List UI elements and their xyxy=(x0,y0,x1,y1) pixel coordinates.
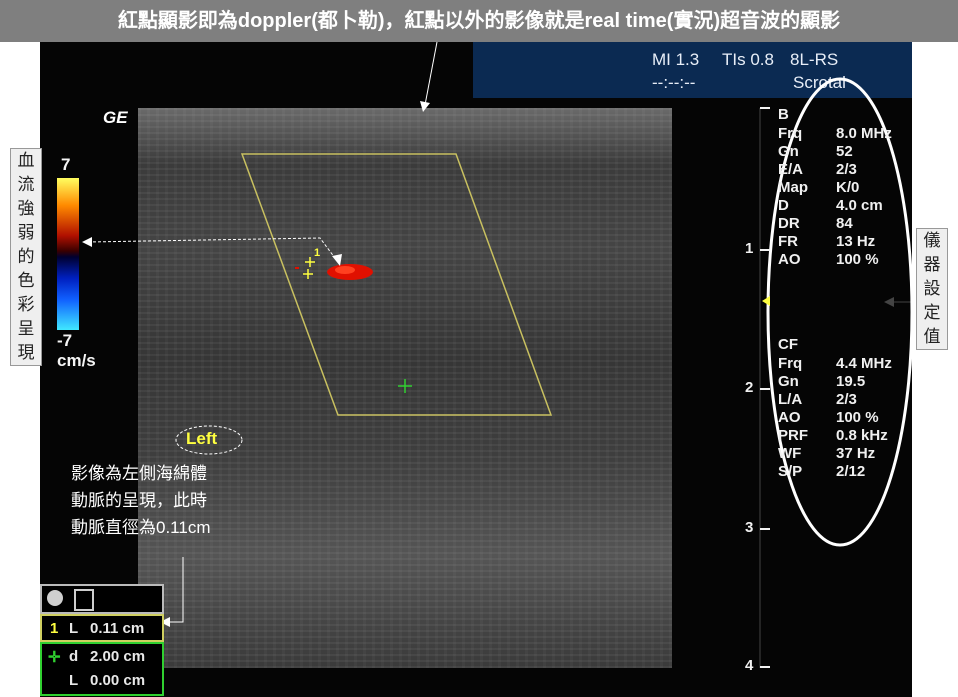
depth-label-1: 1 xyxy=(745,240,754,257)
param-row: Frq 8.0 MHz xyxy=(778,125,892,142)
color-roi-box xyxy=(240,153,553,416)
caliper-markers xyxy=(303,257,315,279)
color-scale-max: 7 xyxy=(61,155,71,174)
color-scale-unit: cm/s xyxy=(57,351,96,370)
measure-toolbar xyxy=(40,584,164,614)
depth-label-4: 4 xyxy=(745,657,754,674)
param-row: AO 100 % xyxy=(778,409,879,426)
measurement-1: 1 L 0.11 cm xyxy=(40,614,164,642)
b-mode-title: B xyxy=(778,106,789,123)
param-row: Frq 4.4 MHz xyxy=(778,355,892,372)
param-row: Map K/0 xyxy=(778,179,860,196)
param-row: PRF 0.8 kHz xyxy=(778,427,888,444)
settings-label: 儀器設 定值 xyxy=(916,228,948,350)
depth-label-2: 2 xyxy=(745,379,754,396)
b-mode-params: Frq 8.0 MHz Gn 52 E/A 2/3 Map K/0 D 4.0 cm DR… xyxy=(778,125,892,269)
param-row: D 4.0 cm xyxy=(778,197,883,214)
caliper-index: 1 xyxy=(314,247,321,259)
cf-mode-title: CF xyxy=(778,336,798,353)
flow-intensity-label: 血流強 弱的色 彩呈現 xyxy=(10,148,42,366)
param-row: S/P 2/12 xyxy=(778,463,866,480)
side-label: Left xyxy=(186,429,218,448)
depth-label-3: 3 xyxy=(745,519,754,536)
focus-crosshair-icon xyxy=(398,379,412,393)
param-row: Gn 19.5 xyxy=(778,373,866,390)
crosshair-icon: ✛ xyxy=(48,649,61,666)
pointer-arrow xyxy=(87,237,339,263)
cursor-tool-icon[interactable] xyxy=(74,589,94,611)
color-scale-min: -7 xyxy=(57,331,73,350)
color-scale-bar xyxy=(57,178,79,330)
param-row: DR 84 xyxy=(778,215,853,232)
annotation-text: 影像為左側海綿體 動脈的呈現，此時 動脈直徑為0.11cm xyxy=(71,464,211,537)
measurement-2: ✛ d 2.00 cm L 0.00 cm xyxy=(40,642,164,696)
param-row: Gn 52 xyxy=(778,143,853,160)
param-row: WF 37 Hz xyxy=(778,445,876,462)
doppler-flow-core xyxy=(335,266,355,274)
param-row: E/A 2/3 xyxy=(778,161,857,178)
cf-mode-params: Frq 4.4 MHz Gn 19.5 L/A 2/3 AO 100 % PRF 0.8 … xyxy=(778,355,892,481)
param-row: FR 13 Hz xyxy=(778,233,876,250)
param-row: AO 100 % xyxy=(778,251,879,268)
focus-marker-icon xyxy=(762,296,770,306)
param-row: L/A 2/3 xyxy=(778,391,857,408)
record-icon[interactable] xyxy=(47,590,63,606)
